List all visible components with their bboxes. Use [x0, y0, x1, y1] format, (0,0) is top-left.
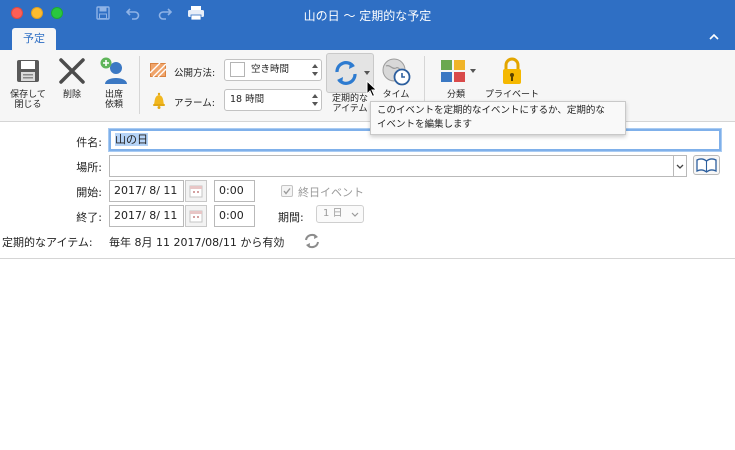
- recurrence-icon: [335, 61, 357, 85]
- recurrence-info-value: 毎年 8月 11 2017/08/11 から有効: [109, 236, 285, 249]
- categorize-button[interactable]: 分類: [434, 56, 478, 100]
- location-label: 場所:: [76, 161, 102, 174]
- bell-icon: [151, 91, 167, 109]
- private-button[interactable]: プライベート: [484, 56, 540, 100]
- collapse-ribbon-icon[interactable]: [707, 30, 721, 44]
- location-input[interactable]: [109, 155, 674, 177]
- subject-label: 件名:: [76, 136, 102, 149]
- chevron-down-icon: [351, 212, 359, 217]
- globe-clock-icon: [382, 58, 411, 86]
- mouse-cursor-icon: [366, 80, 378, 98]
- end-time-input[interactable]: 0:00: [214, 205, 255, 227]
- add-attendee-icon: [100, 57, 127, 84]
- lock-icon: [503, 57, 521, 84]
- notes-body[interactable]: [0, 259, 735, 450]
- save-close-icon: [17, 60, 39, 82]
- end-date-input[interactable]: 2017/ 8/ 11: [109, 205, 184, 227]
- location-dropdown[interactable]: [673, 155, 687, 177]
- categories-icon: [441, 60, 476, 82]
- duration-label: 期間:: [278, 211, 304, 224]
- save-and-close-button[interactable]: 保存して 閉じる: [8, 56, 48, 110]
- address-book-icon: [696, 158, 717, 173]
- stepper-icon: [312, 94, 318, 106]
- delete-button[interactable]: 削除: [54, 56, 90, 100]
- tab-appointment[interactable]: 予定: [12, 28, 56, 50]
- window-title: 山の日 〜 定期的な予定: [303, 9, 432, 23]
- recurrence-small-icon[interactable]: [302, 232, 322, 250]
- start-label: 開始:: [76, 186, 102, 199]
- invite-attendees-button[interactable]: 出席 依頼: [96, 56, 132, 110]
- title-bar: 山の日 〜 定期的な予定 予定: [0, 0, 735, 50]
- start-date-input[interactable]: 2017/ 8/ 11: [109, 180, 184, 202]
- calendar-icon: [189, 185, 203, 198]
- start-calendar-button[interactable]: [185, 180, 207, 202]
- stepper-icon: [312, 64, 318, 76]
- end-calendar-button[interactable]: [185, 205, 207, 227]
- subject-value: 山の日: [115, 133, 148, 146]
- delete-icon: [59, 58, 85, 84]
- alarm-select[interactable]: 18 時間: [224, 89, 322, 111]
- end-label: 終了:: [76, 211, 102, 224]
- all-day-label: 終日イベント: [298, 186, 364, 199]
- alarm-label: アラーム:: [174, 98, 215, 109]
- checkmark-icon: [283, 188, 291, 195]
- show-as-icon: [149, 62, 167, 78]
- duration-select[interactable]: 1 日: [316, 205, 364, 223]
- dropdown-arrow-icon: [364, 71, 370, 75]
- recurrence-tooltip: このイベントを定期的なイベントにするか、定期的な イベントを編集します: [370, 101, 626, 135]
- free-swatch: [230, 62, 245, 77]
- show-as-label: 公開方法:: [174, 68, 216, 79]
- chevron-down-icon: [676, 164, 684, 169]
- all-day-checkbox[interactable]: [281, 185, 293, 197]
- time-zones-button[interactable]: タイム: [378, 56, 414, 100]
- ribbon-separator: [139, 56, 140, 114]
- show-as-select[interactable]: 空き時間: [224, 59, 322, 81]
- start-time-input[interactable]: 0:00: [214, 180, 255, 202]
- address-book-button[interactable]: [693, 155, 720, 175]
- calendar-icon: [189, 210, 203, 223]
- recurrence-info-label: 定期的なアイテム:: [2, 236, 93, 249]
